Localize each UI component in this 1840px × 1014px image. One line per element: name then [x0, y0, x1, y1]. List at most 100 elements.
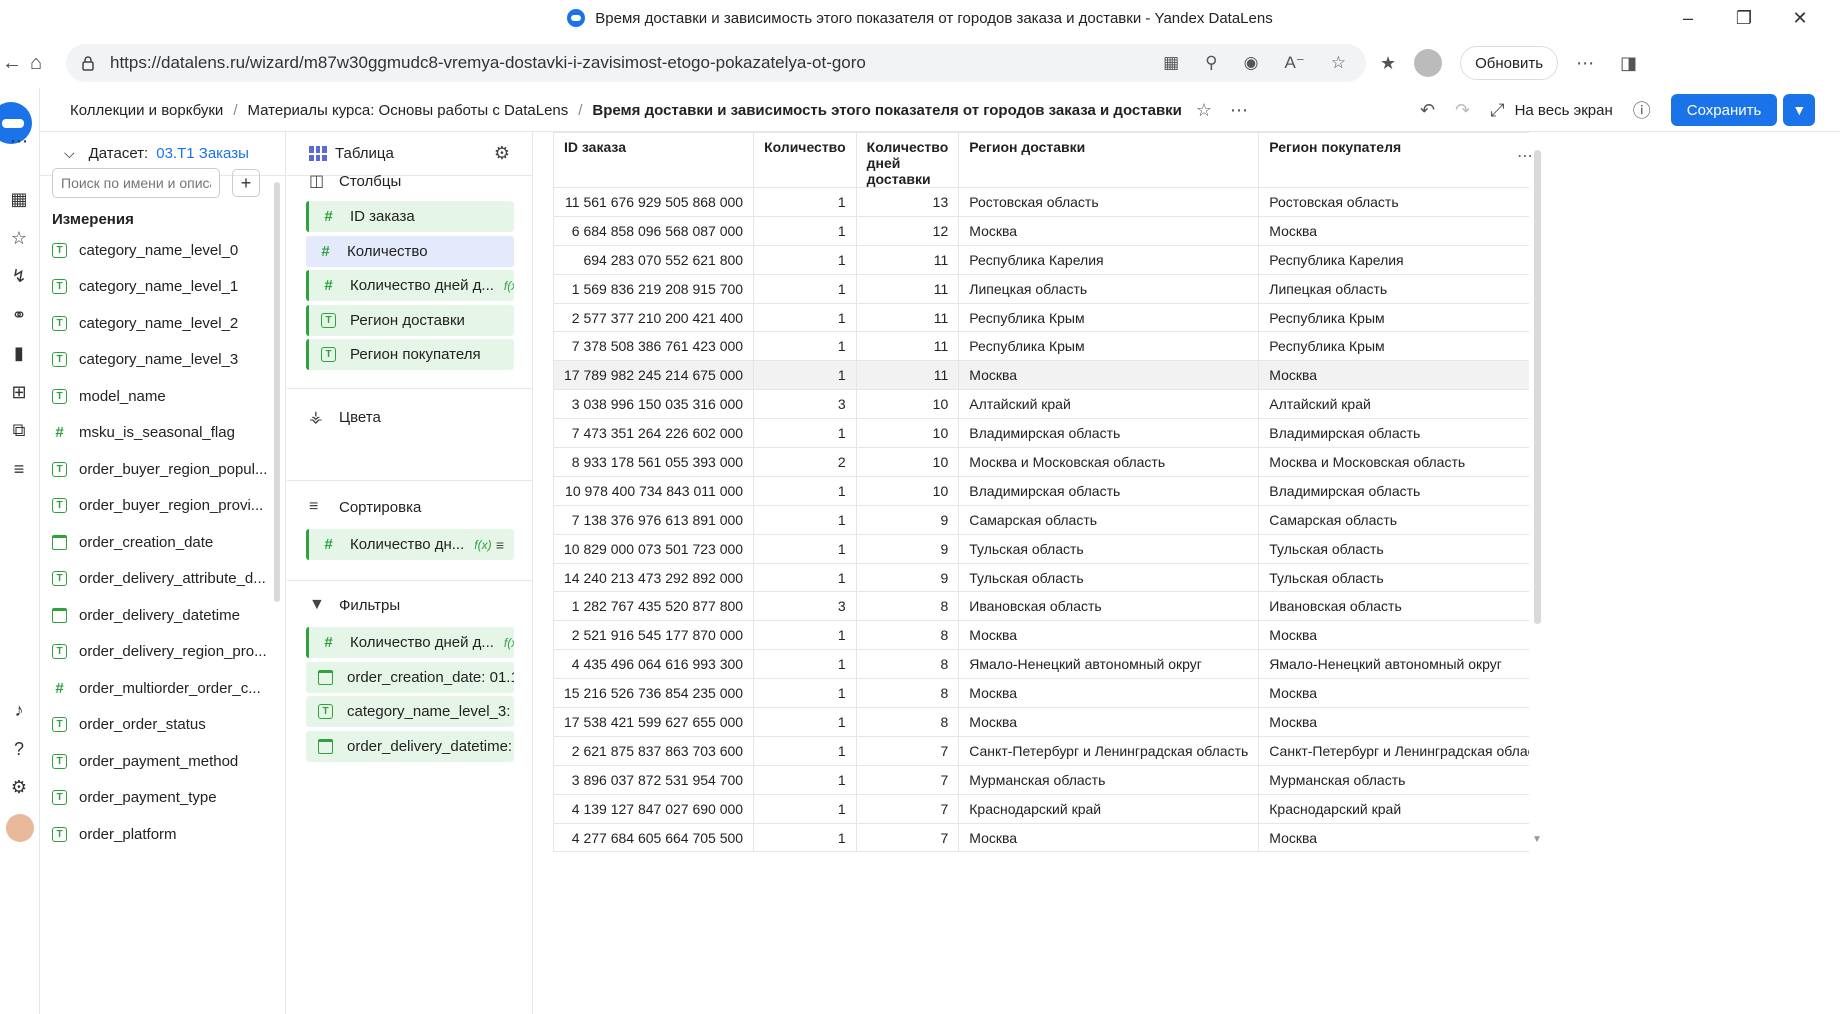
info-icon[interactable]: ⓘ [1633, 97, 1651, 123]
field-search-input[interactable] [52, 168, 220, 198]
table-row[interactable]: 15 216 526 736 854 235 000 1 8 Москва Москва [553, 678, 1529, 709]
table-row[interactable]: 11 561 676 929 505 868 000 1 13 Ростовская … [553, 187, 1529, 217]
table-row[interactable]: 4 139 127 847 027 690 000 1 7 Краснодарский… [553, 793, 1529, 824]
save-button[interactable]: Сохранить [1670, 94, 1778, 126]
table-row[interactable]: 3 896 037 872 531 954 700 1 7 Мурманская об… [553, 764, 1529, 795]
sort-direction-icon[interactable]: ≡ [496, 537, 504, 553]
undo-icon[interactable]: ↶ [1420, 100, 1435, 121]
help-icon[interactable]: ? [6, 736, 32, 762]
column-chip[interactable]: # Количество дней д... f(x) [306, 270, 514, 301]
charts-icon[interactable]: ▮ [6, 340, 32, 366]
apps-icon[interactable]: ▦ [1163, 53, 1179, 73]
visualization-selector[interactable]: Таблица ⚙ [287, 132, 532, 176]
table-row[interactable]: 1 282 767 435 520 877 800 3 8 Ивановская об… [553, 591, 1529, 622]
dataset-field-item[interactable]: Tmodel_name [52, 378, 272, 415]
fullscreen-label[interactable]: На весь экран [1515, 102, 1613, 119]
breadcrumb-collections[interactable]: Коллекции и воркбуки [70, 102, 223, 119]
filter-chip[interactable]: order_creation_date: 01.12.... [306, 662, 514, 693]
table-row[interactable]: 8 933 178 561 055 393 000 2 10 Москва и Мос… [553, 447, 1529, 477]
dataset-field-item[interactable]: Tcategory_name_level_1 [52, 269, 272, 306]
column-header[interactable]: ID заказа [553, 132, 755, 188]
filter-chip[interactable]: Tcategory_name_level_3: Но... [306, 696, 514, 727]
tracking-icon[interactable]: ◉ [1244, 53, 1259, 73]
read-aloud-icon[interactable]: A⁻ [1284, 53, 1304, 73]
favorite-star-icon[interactable]: ☆ [1196, 100, 1212, 121]
reports-icon[interactable]: ⧉ [6, 417, 32, 443]
dataset-field-item[interactable]: Tcategory_name_level_2 [52, 305, 272, 342]
table-row[interactable]: 7 378 508 386 761 423 000 1 11 Республика К… [553, 331, 1529, 362]
table-row[interactable]: 2 521 916 545 177 870 000 1 8 Москва Москва [553, 620, 1529, 651]
dataset-name-link[interactable]: 03.Т1 Заказы [156, 145, 249, 162]
settings-sliders-icon[interactable]: ≡ [6, 456, 32, 482]
redo-icon[interactable]: ↷ [1455, 100, 1470, 121]
connections-icon[interactable]: ↯ [6, 263, 32, 289]
dataset-scrollbar[interactable] [274, 182, 280, 602]
table-row[interactable]: 6 684 858 096 568 087 000 1 12 Москва Москва [553, 215, 1529, 246]
dataset-field-item[interactable]: # msku_is_seasonal_flag [52, 415, 272, 452]
table-row[interactable]: 10 978 400 734 843 011 000 1 10 Владимирска… [553, 475, 1529, 506]
column-chip[interactable]: T Регион доставки [306, 305, 514, 336]
dataset-field-item[interactable]: Torder_buyer_region_provi... [52, 488, 272, 525]
dataset-field-item[interactable]: Tcategory_name_level_3 [52, 342, 272, 379]
column-chip[interactable]: T Регион покупателя [306, 339, 514, 370]
restore-button[interactable]: ❐ [1716, 0, 1772, 36]
table-row[interactable]: 2 621 875 837 863 703 600 1 7 Санкт-Петербу… [553, 735, 1529, 766]
favorites-icon[interactable]: ★ [1380, 53, 1396, 74]
dataset-field-item[interactable]: Torder_payment_type [52, 780, 272, 817]
scroll-down-arrow-icon[interactable]: ▼ [1532, 834, 1542, 845]
column-header[interactable]: Регион доставки [958, 132, 1260, 188]
dataset-field-item[interactable]: Torder_delivery_region_pro... [52, 634, 272, 671]
dataset-field-item[interactable]: Torder_payment_method [52, 743, 272, 780]
dataset-field-item[interactable]: # order_multiorder_order_c... [52, 670, 272, 707]
grid-menu-icon[interactable]: ⋯ [6, 128, 32, 154]
save-options-chevron-down-icon[interactable]: ▼ [1783, 94, 1816, 126]
sort-chip[interactable]: # Количество дн... f(x) ≡ [306, 529, 514, 560]
dataset-field-item[interactable]: Torder_platform [52, 816, 272, 853]
dataset-field-item[interactable]: order_creation_date [52, 524, 272, 561]
table-scrollbar[interactable] [1534, 150, 1541, 624]
chart-more-icon[interactable]: ⋯ [1230, 100, 1248, 121]
update-button[interactable]: Обновить [1460, 46, 1559, 80]
datasets-icon[interactable]: ⚭ [6, 302, 32, 328]
column-header[interactable]: Регион покупателя [1258, 132, 1529, 188]
table-row[interactable]: 10 829 000 073 501 723 000 1 9 Тульская обл… [553, 533, 1529, 564]
table-row[interactable]: 14 240 213 473 292 892 000 1 9 Тульская обл… [553, 562, 1529, 593]
table-more-icon[interactable]: ⋯ [1517, 146, 1533, 166]
settings-gear-icon[interactable]: ⚙ [6, 774, 32, 800]
zoom-icon[interactable]: ⚲ [1205, 53, 1217, 73]
gear-icon[interactable]: ⚙ [494, 143, 510, 164]
column-header[interactable]: Количество дней доставки [855, 132, 960, 188]
notifications-bell-icon[interactable]: ♪ [6, 697, 32, 723]
favorite-star-icon[interactable]: ☆ [1331, 53, 1346, 73]
dashboards-icon[interactable]: ⊞ [6, 379, 32, 405]
breadcrumb-workbook[interactable]: Материалы курса: Основы работы с DataLen… [247, 102, 568, 119]
filter-chip[interactable]: order_delivery_datetime: 01... [306, 731, 514, 762]
table-row[interactable]: 2 577 377 210 200 421 400 1 11 Республика К… [553, 302, 1529, 333]
dataset-field-item[interactable]: Torder_buyer_region_popul... [52, 451, 272, 488]
more-options-icon[interactable]: ⋯ [1576, 53, 1594, 74]
user-avatar[interactable] [6, 814, 34, 842]
table-row[interactable]: 3 038 996 150 035 316 000 3 10 Алтайский кр… [553, 389, 1529, 420]
column-chip[interactable]: # ID заказа [306, 201, 514, 232]
table-row[interactable]: 17 789 982 245 214 675 000 1 11 Москва Москв… [553, 360, 1529, 391]
column-chip[interactable]: # Количество [306, 236, 514, 267]
minimize-button[interactable]: – [1660, 0, 1716, 36]
table-row[interactable]: 4 435 496 064 616 993 300 1 8 Ямало-Ненецки… [553, 649, 1529, 680]
fullscreen-icon[interactable]: ⤢ [1490, 100, 1504, 121]
dataset-field-item[interactable]: Torder_delivery_attribute_d... [52, 561, 272, 598]
chevron-down-icon[interactable]: ⌵ [64, 145, 75, 162]
dataset-field-item[interactable]: Tcategory_name_level_0 [52, 232, 272, 269]
filter-chip[interactable]: # Количество дней д... f(x) [306, 627, 514, 658]
home-icon[interactable]: ⌂ [18, 45, 54, 81]
address-bar[interactable]: https://datalens.ru/wizard/m87w30ggmudc8… [66, 44, 1366, 82]
dataset-field-item[interactable]: order_delivery_datetime [52, 597, 272, 634]
profile-avatar[interactable] [1414, 49, 1443, 77]
add-field-button[interactable]: + [232, 169, 260, 197]
dataset-field-item[interactable]: Torder_order_status [52, 707, 272, 744]
favorites-star-icon[interactable]: ☆ [6, 225, 32, 251]
table-row[interactable]: 1 569 836 219 208 915 700 1 11 Липецкая обл… [553, 273, 1529, 304]
table-row[interactable]: 17 538 421 599 627 655 000 1 8 Москва Москва [553, 707, 1529, 737]
table-row[interactable]: 4 277 684 605 664 705 500 1 7 Москва Москва [553, 822, 1529, 853]
collections-icon[interactable]: ▦ [6, 186, 32, 212]
table-row[interactable]: 7 473 351 264 226 602 000 1 10 Владимирская… [553, 418, 1529, 449]
